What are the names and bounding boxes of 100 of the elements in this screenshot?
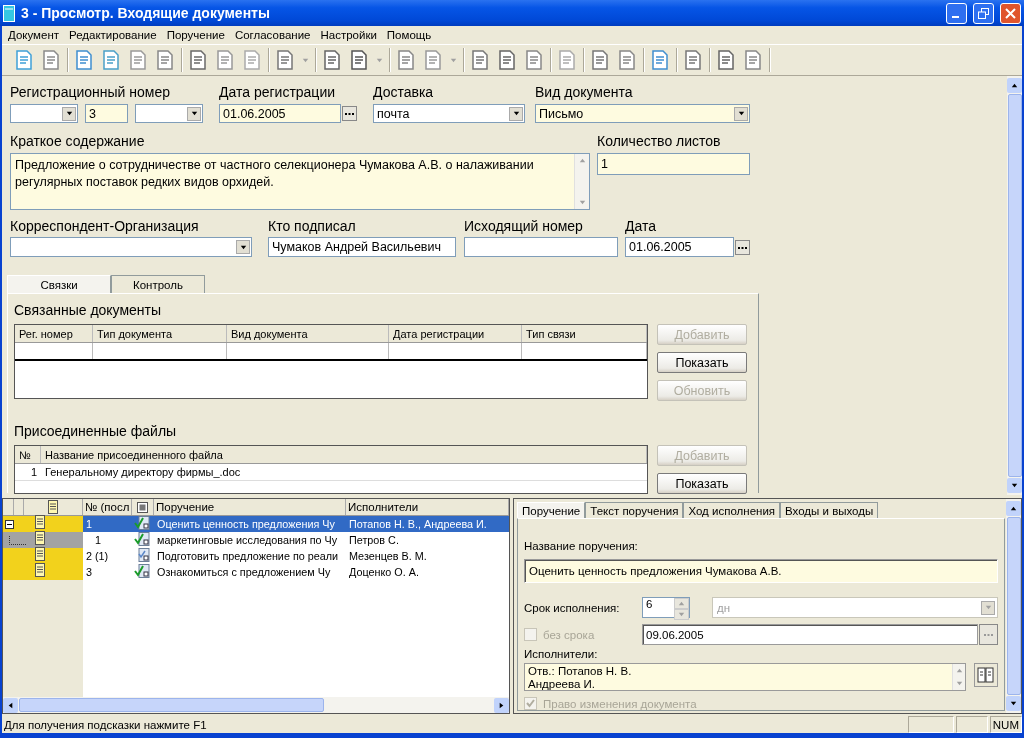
text-area[interactable]: Отв.: Потапов Н. В. Андреева И. xyxy=(524,663,966,691)
menu-item[interactable]: Редактирование xyxy=(65,29,163,41)
tab[interactable]: Поручение xyxy=(517,502,586,518)
column-header[interactable]: № xyxy=(15,446,41,463)
table-row[interactable]: 1 Оценить ценность предложения Чу Потапов Н. В., Андреева И. xyxy=(83,516,509,532)
dropdown-field[interactable] xyxy=(10,237,252,257)
table-cell-text: Подготовить предложение по реали xyxy=(156,550,340,562)
document-icon[interactable] xyxy=(274,49,296,71)
vertical-scrollbar[interactable] xyxy=(1006,499,1021,713)
document-icon[interactable] xyxy=(100,49,122,71)
tab[interactable]: Текст поручения xyxy=(585,502,684,518)
document-icon[interactable] xyxy=(321,49,343,71)
checkmark-icon xyxy=(525,698,536,709)
menu-item[interactable]: Документ xyxy=(4,29,65,41)
document-icon[interactable] xyxy=(649,49,671,71)
close-button[interactable] xyxy=(1000,2,1021,24)
column-header[interactable]: Название присоединенного файла xyxy=(41,446,647,463)
document-icon[interactable] xyxy=(523,49,545,71)
column-header[interactable]: Тип связи xyxy=(522,325,647,342)
spin-field[interactable]: 6 xyxy=(642,597,690,618)
document-icon[interactable] xyxy=(214,49,236,71)
down-arrow-icon xyxy=(1010,481,1019,490)
document-icon[interactable] xyxy=(395,49,417,71)
action-button[interactable]: Показать xyxy=(657,473,747,494)
text-line: Отв.: Потапов Н. В. xyxy=(528,665,633,678)
browse-button[interactable] xyxy=(735,239,750,255)
scroll-thumb[interactable] xyxy=(1006,517,1021,695)
field-label: Название поручения: xyxy=(524,539,639,553)
document-icon[interactable] xyxy=(715,49,737,71)
document-icon[interactable] xyxy=(469,49,491,71)
table-row[interactable]: 2 (1) Подготовить предложение по реали Мезенцев В. М. xyxy=(83,548,509,564)
table-row[interactable]: 1 маркетинговые исследования по Чу Петров С. xyxy=(83,532,509,548)
text-field[interactable] xyxy=(464,237,618,257)
document-icon[interactable] xyxy=(348,49,370,71)
date-field[interactable]: 01.06.2005 xyxy=(219,104,341,123)
tab[interactable]: Ход исполнения xyxy=(683,502,781,518)
column-header[interactable]: Рег. номер xyxy=(15,325,93,342)
dropdown-field[interactable]: Письмо xyxy=(535,104,750,123)
date-field[interactable]: 01.06.2005 xyxy=(625,237,734,257)
scroll-thumb[interactable] xyxy=(19,698,324,712)
column-header[interactable]: Исполнители xyxy=(346,499,509,515)
text-field[interactable]: Оценить ценность предложения Чумакова А.В. xyxy=(524,559,998,583)
dropdown-arrow-icon xyxy=(736,109,746,118)
menu-item[interactable]: Помощь xyxy=(382,29,438,41)
tab[interactable]: Контроль xyxy=(111,275,205,293)
down-arrow-icon xyxy=(577,198,587,207)
minimize-button[interactable] xyxy=(946,2,967,24)
address-book-button[interactable] xyxy=(974,663,998,687)
document-icon[interactable] xyxy=(496,49,518,71)
tab[interactable]: Связки xyxy=(7,275,111,293)
checkbox-icon xyxy=(137,501,148,513)
document-icon[interactable] xyxy=(154,49,176,71)
document-icon[interactable] xyxy=(589,49,611,71)
table-row[interactable]: 3 Ознакомиться с предложением Чу Доценко О. А. xyxy=(83,564,509,580)
up-arrow-icon xyxy=(577,156,587,165)
document-icon[interactable] xyxy=(616,49,638,71)
menu-item[interactable]: Настройки xyxy=(316,29,383,41)
document-icon[interactable] xyxy=(742,49,764,71)
field-label: Краткое содержание xyxy=(10,133,146,150)
text-field[interactable]: 1 xyxy=(597,153,750,175)
document-icon[interactable] xyxy=(682,49,704,71)
down-arrow-icon xyxy=(677,610,686,619)
vertical-scrollbar[interactable] xyxy=(574,154,589,209)
column-header[interactable]: Поручение xyxy=(154,499,346,515)
text-area[interactable]: Предложение о сотрудничестве от частного селекционера Чумакова А.В. о налаживании регулярных поставок редких видов орхидей. xyxy=(10,153,590,210)
document-icon[interactable] xyxy=(73,49,95,71)
field-label: Доставка xyxy=(373,84,435,101)
ellipsis-icon xyxy=(345,112,354,115)
tab[interactable]: Входы и выходы xyxy=(780,502,879,518)
left-arrow-icon xyxy=(6,700,15,710)
collapse-icon[interactable] xyxy=(5,519,14,529)
dropdown-field[interactable]: почта xyxy=(373,104,525,123)
menu-item[interactable]: Поручение xyxy=(162,29,231,41)
field-label: Исходящий номер xyxy=(464,218,584,235)
horizontal-scrollbar[interactable] xyxy=(3,697,509,713)
document-icon[interactable] xyxy=(422,49,444,71)
browse-button[interactable] xyxy=(342,106,357,121)
date-field[interactable]: 09.06.2005 xyxy=(642,624,978,645)
document-icon[interactable] xyxy=(13,49,35,71)
text-field[interactable]: 3 xyxy=(85,104,128,123)
text-field[interactable]: Чумаков Андрей Васильевич xyxy=(268,237,456,257)
action-button[interactable]: Показать xyxy=(657,352,747,373)
dropdown-field[interactable] xyxy=(10,104,78,123)
column-header[interactable]: Тип документа xyxy=(93,325,227,342)
menu-item[interactable]: Согласование xyxy=(230,29,317,41)
document-icon[interactable] xyxy=(127,49,149,71)
restore-button[interactable] xyxy=(973,2,994,24)
field-label: Дата регистрации xyxy=(219,84,337,101)
document-icon[interactable] xyxy=(187,49,209,71)
field-label: Кто подписал xyxy=(268,218,357,235)
column-header[interactable]: Вид документа xyxy=(227,325,389,342)
table-cell-text: Потапов Н. В., Андреева И. xyxy=(348,518,488,530)
column-header[interactable]: Дата регистрации xyxy=(389,325,522,342)
document-icon xyxy=(35,547,45,561)
table-cell-text: Ознакомиться с предложением Чу xyxy=(156,566,332,578)
column-header[interactable]: № (посл xyxy=(83,499,132,515)
document-icon[interactable] xyxy=(241,49,263,71)
document-icon[interactable] xyxy=(40,49,62,71)
dropdown-field[interactable] xyxy=(135,104,203,123)
document-icon[interactable] xyxy=(556,49,578,71)
